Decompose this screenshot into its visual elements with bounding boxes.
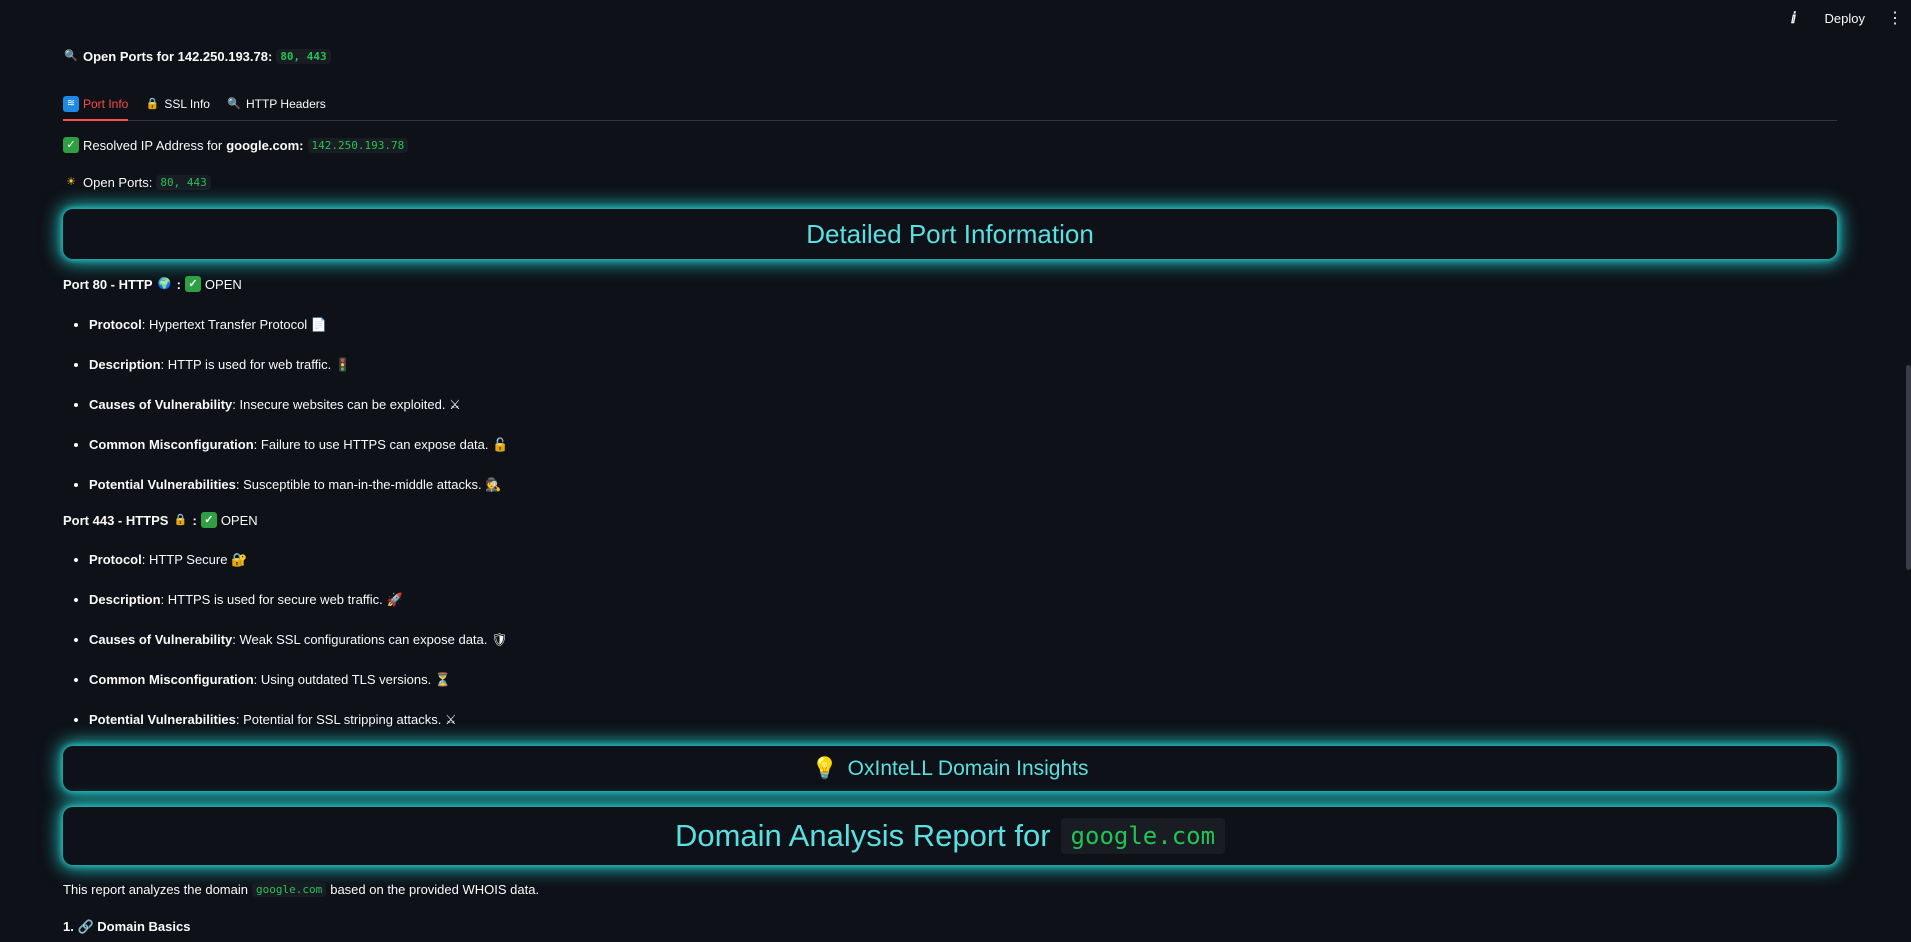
report-intro-after: based on the provided WHOIS data. <box>330 882 540 897</box>
shield-icon: 🛡 <box>491 632 508 647</box>
insights-banner: 💡 OxInteLL Domain Insights <box>63 746 1837 791</box>
report-intro-domain: google.com <box>251 882 327 897</box>
tab-ssl-info[interactable]: 🔒 SSL Info <box>144 88 210 120</box>
resolved-ip-line: ✓ Resolved IP Address for google.com: 14… <box>63 137 409 153</box>
globe-icon: 🌍 <box>157 278 172 290</box>
swords-icon: ⚔ <box>444 712 457 727</box>
lightbulb-icon: 💡 <box>811 756 838 780</box>
list-item: Common Misconfiguration: Using outdated … <box>89 670 508 710</box>
list-item: Potential Vulnerabilities: Potential for… <box>89 710 508 750</box>
port-443-title: Port 443 - HTTPS <box>63 512 169 528</box>
wifi-icon: ≋ <box>63 96 79 112</box>
sun-icon: ☀ <box>66 176 76 188</box>
tab-http-headers[interactable]: 🔍 HTTP Headers <box>226 88 326 120</box>
open-ports-header-label: Open Ports for 142.250.193.78: <box>83 48 273 64</box>
section-domain-basics-label: 1. 🔗 Domain Basics <box>63 919 191 934</box>
scrollbar[interactable] <box>1906 365 1911 570</box>
open-ports-line: ☀ Open Ports: 80, 443 <box>63 174 211 190</box>
unlock-icon: 🔓 <box>492 437 509 452</box>
list-item: Causes of Vulnerability: Weak SSL config… <box>89 630 508 670</box>
lock-icon: 🔒 <box>145 98 160 110</box>
search-icon: 🔍 <box>64 50 78 62</box>
traffic-light-icon: 🚦 <box>334 357 352 372</box>
report-banner: Domain Analysis Report for google.com <box>63 807 1837 865</box>
report-intro: This report analyzes the domain google.c… <box>63 882 539 897</box>
tab-port-info[interactable]: ≋ Port Info <box>63 88 129 121</box>
list-item: Description: HTTP is used for web traffi… <box>89 355 508 395</box>
report-domain-code: google.com <box>1060 818 1226 854</box>
list-item: Common Misconfiguration: Failure to use … <box>89 435 508 475</box>
top-toolbar: ⅈ Deploy ⋮ <box>1785 0 1911 36</box>
detailed-port-title: Detailed Port Information <box>806 218 1094 249</box>
rocket-icon: 🚀 <box>386 592 403 607</box>
port-80-heading: Port 80 - HTTP 🌍 : ✓ OPEN <box>63 276 242 292</box>
document-icon: 📄 <box>310 317 327 332</box>
locked-key-icon: 🔐 <box>231 552 248 567</box>
list-item: Protocol: Hypertext Transfer Protocol 📄 <box>89 315 508 355</box>
list-item: Description: HTTPS is used for secure we… <box>89 590 508 630</box>
open-ports-header-code: 80, 443 <box>276 48 331 64</box>
port-443-status: OPEN <box>220 512 258 528</box>
port-80-status: OPEN <box>204 276 242 292</box>
port-443-details: Protocol: HTTP Secure 🔐 Description: HTT… <box>63 550 508 750</box>
list-item: Potential Vulnerabilities: Susceptible t… <box>89 475 508 515</box>
hourglass-icon: ⏳ <box>434 672 452 687</box>
list-item: Causes of Vulnerability: Insecure websit… <box>89 395 508 435</box>
port-80-details: Protocol: Hypertext Transfer Protocol 📄 … <box>63 315 508 515</box>
insights-title: OxInteLL Domain Insights <box>847 756 1089 780</box>
check-icon: ✓ <box>200 512 217 528</box>
open-ports-label: Open Ports: <box>83 174 153 190</box>
resolved-ip-code: 142.250.193.78 <box>307 137 409 153</box>
tab-bar: ≋ Port Info 🔒 SSL Info 🔍 HTTP Headers <box>63 88 1837 121</box>
detailed-port-banner: Detailed Port Information <box>63 209 1837 259</box>
report-title: Domain Analysis Report for <box>674 818 1051 853</box>
lock-icon: 🔒 <box>173 514 188 526</box>
swords-icon: ⚔ <box>449 397 461 412</box>
tab-port-info-label: Port Info <box>83 97 129 111</box>
port-80-title: Port 80 - HTTP <box>63 276 153 292</box>
tab-ssl-info-label: SSL Info <box>164 97 210 111</box>
check-icon: ✓ <box>63 137 79 153</box>
check-icon: ✓ <box>184 276 201 292</box>
open-ports-header: 🔍 Open Ports for 142.250.193.78: 80, 443 <box>63 48 331 64</box>
report-intro-before: This report analyzes the domain <box>63 882 248 897</box>
deploy-button[interactable]: Deploy <box>1817 7 1873 30</box>
more-menu-icon[interactable]: ⋮ <box>1887 8 1903 28</box>
open-ports-code: 80, 443 <box>156 174 211 190</box>
tab-http-headers-label: HTTP Headers <box>245 97 326 111</box>
resolved-ip-label: Resolved IP Address for <box>83 137 223 153</box>
resolved-domain: google.com: <box>226 137 304 153</box>
section-domain-basics: 1. 🔗 Domain Basics <box>63 919 190 935</box>
list-item: Protocol: HTTP Secure 🔐 <box>89 550 508 590</box>
search-icon: 🔍 <box>227 98 241 110</box>
info-icon[interactable]: ⅈ <box>1785 9 1803 27</box>
spy-icon: 🕵 <box>485 477 502 492</box>
port-443-heading: Port 443 - HTTPS 🔒 : ✓ OPEN <box>63 512 258 528</box>
